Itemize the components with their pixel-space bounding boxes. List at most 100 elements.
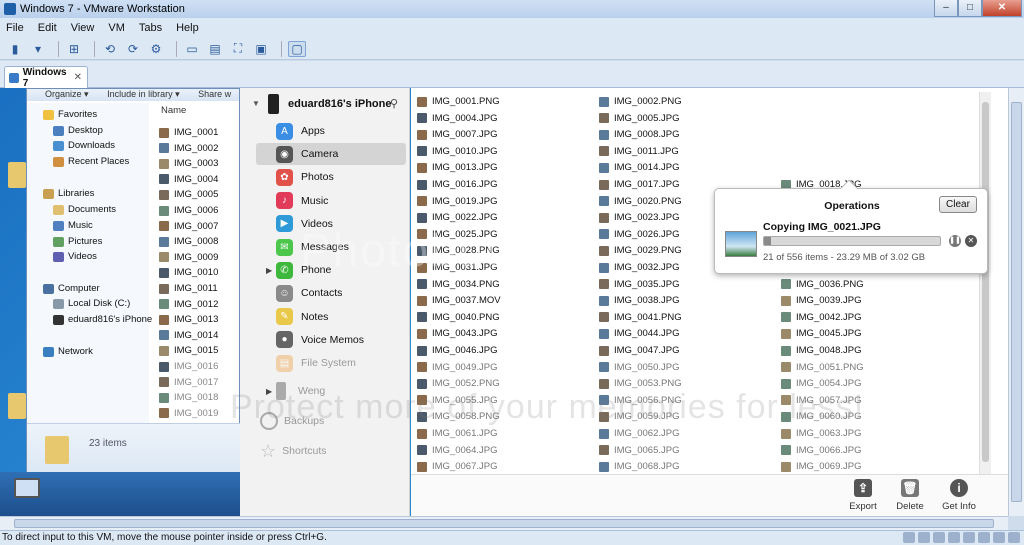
photo-item[interactable]: IMG_0026.JPG xyxy=(599,227,679,242)
photo-item[interactable]: IMG_0008.JPG xyxy=(599,127,679,142)
file-row[interactable]: IMG_0008 xyxy=(159,234,218,249)
photo-item[interactable]: IMG_0062.JPG xyxy=(599,426,679,441)
computer-icon[interactable] xyxy=(14,478,40,498)
file-row[interactable]: IMG_0004 xyxy=(159,172,218,187)
photo-item[interactable]: IMG_0036.PNG xyxy=(781,277,864,292)
photo-item[interactable]: IMG_0042.JPG xyxy=(781,310,861,325)
library-view-icon[interactable]: ▤ xyxy=(206,41,224,57)
photo-item[interactable]: IMG_0063.JPG xyxy=(781,426,861,441)
photo-item[interactable]: IMG_0040.PNG xyxy=(417,310,500,325)
nav-item-libraries[interactable]: Libraries xyxy=(43,186,94,201)
shortcuts-item[interactable]: ☆ Shortcuts xyxy=(260,440,410,462)
menu-vm[interactable]: VM xyxy=(108,22,125,34)
nav-item-recent-places[interactable]: Recent Places xyxy=(53,154,129,169)
delete-button[interactable]: 🗑 Delete xyxy=(886,479,934,512)
photo-item[interactable]: IMG_0064.JPG xyxy=(417,443,497,458)
menu-view[interactable]: View xyxy=(71,22,95,34)
tab-close-icon[interactable]: ✕ xyxy=(74,72,82,83)
sidebar-item-photos[interactable]: ✿ Photos xyxy=(256,166,406,188)
scrollbar-thumb[interactable] xyxy=(982,102,989,462)
snapshot-manager-icon[interactable]: ⚙ xyxy=(147,41,165,57)
photo-item[interactable]: IMG_0046.JPG xyxy=(417,343,497,358)
expand-arrow-icon[interactable]: ▶ xyxy=(266,266,272,275)
photo-item[interactable]: IMG_0068.JPG xyxy=(599,459,679,474)
include-in-library-button[interactable]: Include in library ▾ xyxy=(107,89,180,99)
photo-item[interactable]: IMG_0065.JPG xyxy=(599,443,679,458)
file-row[interactable]: IMG_0013 xyxy=(159,312,218,327)
vm-vertical-scrollbar[interactable] xyxy=(1008,88,1024,516)
nav-item-music[interactable]: Music xyxy=(53,218,93,233)
fullscreen-icon[interactable]: ⛶ xyxy=(229,41,247,57)
file-row[interactable]: IMG_0012 xyxy=(159,297,218,312)
pause-icon[interactable]: ❚❚ xyxy=(949,235,961,247)
network-adapter-icon[interactable] xyxy=(933,532,945,543)
photo-item[interactable]: IMG_0047.JPG xyxy=(599,343,679,358)
share-with-button[interactable]: Share w xyxy=(198,89,231,99)
sidebar-item-voice-memos[interactable]: ● Voice Memos xyxy=(256,329,406,351)
file-row[interactable]: IMG_0014 xyxy=(159,328,218,343)
sidebar-item-music[interactable]: ♪ Music xyxy=(256,190,406,212)
photo-item[interactable]: IMG_0011.JPG xyxy=(599,144,679,159)
console-view-icon[interactable]: ▢ xyxy=(288,40,306,57)
photo-item[interactable]: IMG_0051.PNG xyxy=(781,360,864,375)
sidebar-item-file-system[interactable]: ▤ File System xyxy=(256,352,406,374)
tab-windows-7[interactable]: Windows 7 ✕ xyxy=(4,66,88,89)
nav-item-videos[interactable]: Videos xyxy=(53,249,97,264)
scrollbar-thumb[interactable] xyxy=(1011,102,1022,502)
desktop-folder-icon[interactable] xyxy=(8,393,26,419)
photo-item[interactable]: IMG_0041.PNG xyxy=(599,310,682,325)
photo-item[interactable]: IMG_0050.JPG xyxy=(599,360,679,375)
photo-item[interactable]: IMG_0023.JPG xyxy=(599,210,679,225)
file-row[interactable]: IMG_0002 xyxy=(159,141,218,156)
file-row[interactable]: IMG_0006 xyxy=(159,203,218,218)
clear-button[interactable]: Clear xyxy=(939,196,977,213)
nav-item-desktop[interactable]: Desktop xyxy=(53,123,103,138)
photo-item[interactable]: IMG_0014.JPG xyxy=(599,160,679,175)
organize-button[interactable]: Organize ▾ xyxy=(45,89,89,99)
file-row[interactable]: IMG_0018 xyxy=(159,390,218,405)
photo-item[interactable]: IMG_0048.JPG xyxy=(781,343,861,358)
network-icon[interactable]: ⊞ xyxy=(65,41,83,57)
export-button[interactable]: ⇪ Export xyxy=(839,479,887,512)
file-row[interactable]: IMG_0016 xyxy=(159,359,218,374)
nav-item-downloads[interactable]: Downloads xyxy=(53,138,115,153)
minimize-button[interactable]: – xyxy=(934,0,958,17)
nav-item-pictures[interactable]: Pictures xyxy=(53,234,102,249)
menu-tabs[interactable]: Tabs xyxy=(139,22,162,34)
photo-item[interactable]: IMG_0002.PNG xyxy=(599,94,682,109)
revert-snapshot-icon[interactable]: ⟳ xyxy=(124,41,142,57)
message-icon[interactable] xyxy=(1008,532,1020,543)
photo-item[interactable]: IMG_0045.JPG xyxy=(781,326,861,341)
photo-item[interactable]: IMG_0005.JPG xyxy=(599,111,679,126)
photo-item[interactable]: IMG_0044.JPG xyxy=(599,326,679,341)
photo-item[interactable]: IMG_0067.JPG xyxy=(417,459,497,474)
device-header[interactable]: ▼ eduard816's iPhone ⚲ xyxy=(240,94,410,116)
printer-icon[interactable] xyxy=(978,532,990,543)
sidebar-item-notes[interactable]: ✎ Notes xyxy=(256,306,406,328)
hdd-icon[interactable] xyxy=(903,532,915,543)
file-row[interactable]: IMG_0011 xyxy=(159,281,218,296)
file-row[interactable]: IMG_0010 xyxy=(159,265,218,280)
file-row[interactable]: IMG_0003 xyxy=(159,156,218,171)
photo-item[interactable]: IMG_0020.PNG xyxy=(599,194,682,209)
photo-item[interactable]: IMG_0004.JPG xyxy=(417,111,497,126)
close-button[interactable]: ✕ xyxy=(982,0,1022,17)
name-column-header[interactable]: Name xyxy=(161,105,186,116)
photo-item[interactable]: IMG_0032.JPG xyxy=(599,260,679,275)
file-row[interactable]: IMG_0005 xyxy=(159,187,218,202)
photo-item[interactable]: IMG_0066.JPG xyxy=(781,443,861,458)
photo-item[interactable]: IMG_0049.JPG xyxy=(417,360,497,375)
nav-item-network[interactable]: Network xyxy=(43,344,93,359)
nav-item-local-disk-c-[interactable]: Local Disk (C:) xyxy=(53,296,130,311)
get-info-button[interactable]: i Get Info xyxy=(935,479,983,512)
sidebar-view-icon[interactable]: ▭ xyxy=(183,41,201,57)
collapse-arrow-icon[interactable]: ▼ xyxy=(252,99,260,108)
photo-item[interactable]: IMG_0013.JPG xyxy=(417,160,497,175)
sound-icon[interactable] xyxy=(963,532,975,543)
photo-item[interactable]: IMG_0037.MOV xyxy=(417,293,501,308)
maximize-button[interactable]: □ xyxy=(958,0,982,17)
photo-list-scrollbar[interactable] xyxy=(979,92,991,474)
file-row[interactable]: IMG_0015 xyxy=(159,343,218,358)
cancel-icon[interactable]: ✕ xyxy=(965,235,977,247)
photo-item[interactable]: IMG_0034.PNG xyxy=(417,277,500,292)
